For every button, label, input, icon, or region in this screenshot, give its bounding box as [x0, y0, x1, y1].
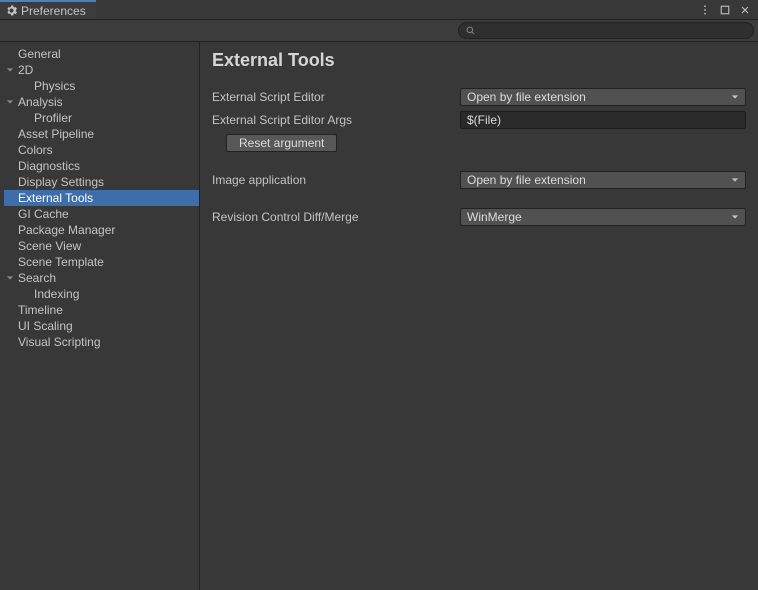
- dropdown-value: Open by file extension: [467, 173, 586, 187]
- toolbar: [0, 20, 758, 42]
- sidebar-item-label: External Tools: [4, 191, 199, 205]
- gear-icon: [6, 5, 17, 16]
- script-editor-args-input[interactable]: $(File): [460, 111, 746, 129]
- sidebar-item-external-tools[interactable]: External Tools: [4, 190, 199, 206]
- content-pane: External Tools External Script Editor Op…: [200, 42, 758, 590]
- preferences-tab[interactable]: Preferences: [0, 0, 96, 19]
- sidebar-item-label: Search: [16, 271, 199, 285]
- sidebar-item-timeline[interactable]: Timeline: [4, 302, 199, 318]
- foldout-icon[interactable]: [4, 274, 16, 282]
- sidebar-item-label: UI Scaling: [4, 319, 199, 333]
- sidebar-item-physics[interactable]: Physics: [4, 78, 199, 94]
- foldout-icon[interactable]: [4, 66, 16, 74]
- sidebar-item-search[interactable]: Search: [4, 270, 199, 286]
- sidebar-item-label: GI Cache: [4, 207, 199, 221]
- sidebar-item-label: Display Settings: [4, 175, 199, 189]
- sidebar-item-label: Analysis: [16, 95, 199, 109]
- titlebar: Preferences: [0, 0, 758, 20]
- dropdown-value: Open by file extension: [467, 90, 586, 104]
- sidebar-item-label: Visual Scripting: [4, 335, 199, 349]
- kebab-menu-icon[interactable]: [698, 3, 712, 17]
- chevron-down-icon: [731, 93, 739, 101]
- page-title: External Tools: [212, 50, 746, 71]
- sidebar-item-label: 2D: [16, 63, 199, 77]
- sidebar-item-general[interactable]: General: [4, 46, 199, 62]
- sidebar-item-analysis[interactable]: Analysis: [4, 94, 199, 110]
- search-field[interactable]: [458, 22, 754, 39]
- external-script-editor-dropdown[interactable]: Open by file extension: [460, 88, 746, 106]
- sidebar-item-label: Scene Template: [4, 255, 199, 269]
- reset-argument-button[interactable]: Reset argument: [226, 134, 337, 152]
- sidebar-item-label: Physics: [4, 79, 199, 93]
- script-editor-args-label: External Script Editor Args: [212, 113, 460, 127]
- sidebar-item-label: Asset Pipeline: [4, 127, 199, 141]
- sidebar-item-colors[interactable]: Colors: [4, 142, 199, 158]
- sidebar-item-scene-view[interactable]: Scene View: [4, 238, 199, 254]
- search-input[interactable]: [480, 25, 747, 37]
- image-application-dropdown[interactable]: Open by file extension: [460, 171, 746, 189]
- sidebar-item-label: General: [4, 47, 199, 61]
- sidebar-item-ui-scaling[interactable]: UI Scaling: [4, 318, 199, 334]
- foldout-icon[interactable]: [4, 98, 16, 106]
- external-script-editor-label: External Script Editor: [212, 90, 460, 104]
- search-icon: [465, 25, 476, 36]
- chevron-down-icon: [731, 176, 739, 184]
- sidebar-item-display-settings[interactable]: Display Settings: [4, 174, 199, 190]
- diff-merge-dropdown[interactable]: WinMerge: [460, 208, 746, 226]
- sidebar-item-profiler[interactable]: Profiler: [4, 110, 199, 126]
- diff-merge-label: Revision Control Diff/Merge: [212, 210, 460, 224]
- sidebar-item-diagnostics[interactable]: Diagnostics: [4, 158, 199, 174]
- sidebar-item-indexing[interactable]: Indexing: [4, 286, 199, 302]
- chevron-down-icon: [731, 213, 739, 221]
- sidebar-item-label: Diagnostics: [4, 159, 199, 173]
- maximize-icon[interactable]: [718, 3, 732, 17]
- sidebar-item-scene-template[interactable]: Scene Template: [4, 254, 199, 270]
- sidebar-item-label: Indexing: [4, 287, 199, 301]
- sidebar-item-label: Colors: [4, 143, 199, 157]
- sidebar-item-label: Profiler: [4, 111, 199, 125]
- sidebar-item-visual-scripting[interactable]: Visual Scripting: [4, 334, 199, 350]
- input-value: $(File): [467, 113, 501, 127]
- sidebar: General 2D Physics Analysis Profiler Asset Pi…: [0, 42, 200, 590]
- sidebar-item-label: Timeline: [4, 303, 199, 317]
- close-icon[interactable]: [738, 3, 752, 17]
- image-application-label: Image application: [212, 173, 460, 187]
- tab-title: Preferences: [21, 4, 86, 18]
- sidebar-item-asset-pipeline[interactable]: Asset Pipeline: [4, 126, 199, 142]
- sidebar-item-2d[interactable]: 2D: [4, 62, 199, 78]
- sidebar-item-package-manager[interactable]: Package Manager: [4, 222, 199, 238]
- sidebar-item-gi-cache[interactable]: GI Cache: [4, 206, 199, 222]
- sidebar-item-label: Scene View: [4, 239, 199, 253]
- sidebar-item-label: Package Manager: [4, 223, 199, 237]
- dropdown-value: WinMerge: [467, 210, 522, 224]
